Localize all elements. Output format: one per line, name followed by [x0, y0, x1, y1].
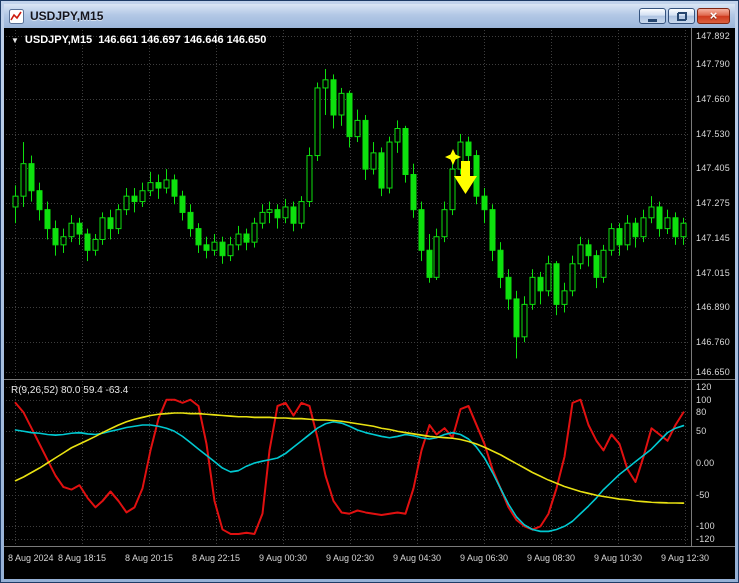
time-axis-label: 9 Aug 02:30 [325, 553, 375, 563]
star-icon [445, 149, 461, 165]
indicator-scale-label: 100 [696, 394, 712, 405]
indicator-scale-label: 120 [696, 382, 712, 392]
price-scale-label: 147.145 [696, 233, 730, 244]
indicator-scale-label: -50 [696, 489, 710, 500]
time-axis-label: 9 Aug 10:30 [593, 553, 643, 563]
indicator-panel-divider[interactable] [4, 379, 735, 380]
time-axis[interactable]: 8 Aug 2024 8 Aug 18:15 8 Aug 20:15 8 Aug 22… [4, 547, 735, 579]
indicator-scale-label: -120 [696, 534, 715, 544]
price-scale-label: 147.405 [696, 162, 730, 173]
time-axis-label: 8 Aug 20:15 [124, 553, 174, 563]
time-axis-label: 9 Aug 08:30 [526, 553, 576, 563]
chevron-down-icon[interactable]: ▼ [11, 36, 19, 45]
window-controls: × [639, 8, 730, 24]
chart-symbol-label: USDJPY,M15 [24, 34, 93, 46]
minimize-button[interactable] [639, 8, 666, 24]
window-titlebar[interactable]: USDJPY,M15 × [4, 4, 735, 28]
price-scale-label: 147.660 [696, 93, 730, 104]
price-scale-divider [691, 28, 692, 546]
price-scale-label: 146.650 [696, 367, 730, 377]
indicator-header: R(9,26,52) 80.0 59.4 -63.4 [11, 385, 129, 396]
minimize-icon [648, 18, 657, 22]
price-scale[interactable]: 147.892 147.790 147.660 147.530 147.405 147.2… [693, 30, 735, 378]
main-chart-canvas[interactable] [6, 30, 690, 378]
price-scale-label: 147.275 [696, 197, 730, 208]
indicator-chart-canvas[interactable] [6, 381, 690, 545]
time-axis-label: 9 Aug 06:30 [459, 553, 509, 563]
sell-signal-arrow[interactable] [444, 148, 484, 200]
time-axis-label: 8 Aug 2024 [8, 553, 54, 563]
price-scale-label: 146.760 [696, 337, 730, 348]
restore-button[interactable] [668, 8, 695, 24]
close-button[interactable]: × [697, 8, 730, 24]
price-scale-label: 146.890 [696, 302, 730, 313]
price-scale-label: 147.015 [696, 268, 730, 279]
indicator-scale[interactable]: 120 100 80 50 0.00 -50 -100 -120 [693, 381, 735, 545]
price-scale-label: 147.892 [696, 31, 730, 41]
chart-ohlc-values: 146.661 146.697 146.646 146.650 [98, 34, 267, 46]
indicator-scale-label: 0.00 [696, 458, 715, 468]
price-scale-label: 147.530 [696, 128, 730, 139]
chart-header: ▼ USDJPY,M15 146.661 146.697 146.646 146… [11, 34, 266, 46]
price-scale-label: 147.790 [696, 58, 730, 69]
indicator-scale-label: 80 [696, 407, 707, 418]
indicator-scale-label: 50 [696, 426, 707, 437]
time-axis-label: 9 Aug 04:30 [392, 553, 442, 563]
down-arrow-icon [454, 161, 477, 194]
time-axis-label: 8 Aug 18:15 [57, 553, 107, 563]
time-axis-label: 9 Aug 00:30 [258, 553, 308, 563]
restore-icon [676, 11, 687, 21]
time-axis-label: 8 Aug 22:15 [191, 553, 241, 563]
time-axis-label: 9 Aug 12:30 [660, 553, 710, 563]
indicator-scale-label: -100 [696, 521, 715, 532]
application-window: USDJPY,M15 × ▼ USDJPY,M15 146.661 146.69… [0, 0, 739, 583]
chart-content: ▼ USDJPY,M15 146.661 146.697 146.646 146… [4, 28, 735, 579]
close-icon: × [709, 8, 718, 23]
window-title: USDJPY,M15 [30, 9, 104, 23]
chart-window-icon [9, 8, 24, 24]
